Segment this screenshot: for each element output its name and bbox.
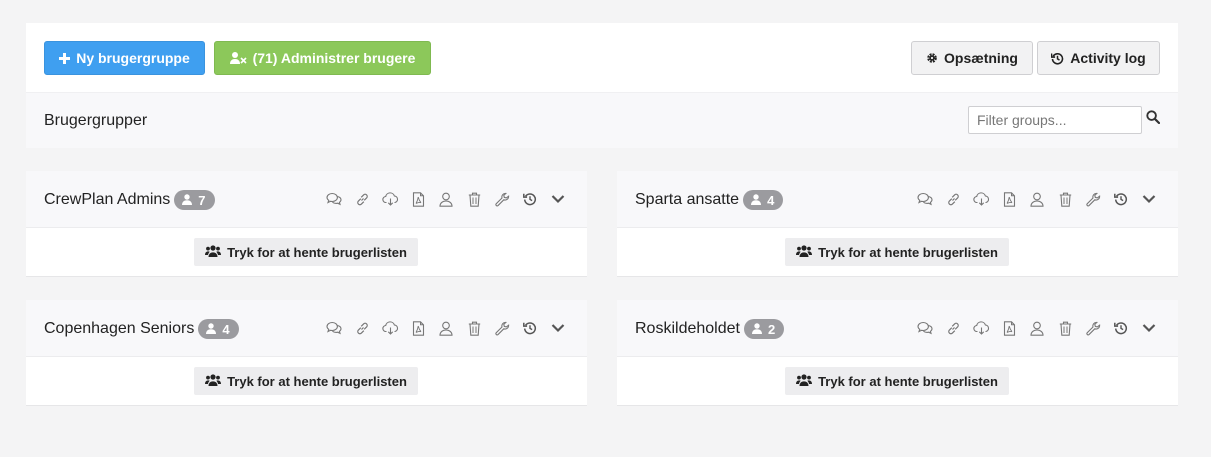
member-count: 4 (767, 192, 775, 208)
cloud-download-icon[interactable] (381, 319, 399, 337)
group-header: Sparta ansatte 4 (617, 171, 1178, 228)
plus-icon (59, 52, 71, 64)
group-card: Sparta ansatte 4 Tryk for at hente bruge… (617, 171, 1178, 277)
chevron-down-icon[interactable] (549, 190, 567, 208)
user-icon (206, 322, 217, 337)
fetch-user-list-button[interactable]: Tryk for at hente brugerlisten (785, 367, 1009, 395)
cloud-download-icon[interactable] (381, 190, 399, 208)
group-actions (325, 319, 567, 337)
fetch-user-list-button[interactable]: Tryk for at hente brugerlisten (785, 238, 1009, 266)
fetch-user-list-label: Tryk for at hente brugerlisten (818, 373, 998, 389)
comments-icon[interactable] (916, 319, 934, 337)
setup-button[interactable]: Opsætning (911, 41, 1033, 75)
groups-subheader: Brugergrupper (26, 92, 1178, 148)
user-icon (182, 193, 193, 208)
pdf-file-icon[interactable] (1000, 319, 1018, 337)
group-actions (325, 190, 567, 208)
pdf-file-icon[interactable] (1000, 190, 1018, 208)
fetch-user-list-button[interactable]: Tryk for at hente brugerlisten (194, 367, 418, 395)
link-icon[interactable] (944, 190, 962, 208)
user-icon[interactable] (1028, 319, 1046, 337)
search-icon[interactable] (1146, 110, 1162, 126)
new-group-label: Ny brugergruppe (76, 50, 190, 66)
comments-icon[interactable] (325, 190, 343, 208)
member-count-badge: 4 (198, 319, 239, 339)
wrench-icon[interactable] (1084, 190, 1102, 208)
member-count: 4 (222, 321, 230, 337)
page-title: Brugergrupper (44, 112, 148, 129)
wrench-icon[interactable] (493, 319, 511, 337)
fetch-user-list-button[interactable]: Tryk for at hente brugerlisten (194, 238, 418, 266)
member-count: 2 (767, 321, 776, 337)
group-name: Sparta ansatte (635, 191, 740, 208)
chevron-down-icon[interactable] (1140, 190, 1158, 208)
gear-icon (926, 52, 938, 64)
group-header: Roskildeholdet 2 (617, 300, 1178, 357)
filter-groups-input[interactable] (968, 106, 1142, 134)
user-icon (751, 193, 762, 208)
manage-users-label: (71) Administrer brugere (252, 50, 416, 66)
pdf-file-icon[interactable] (409, 319, 427, 337)
history-icon[interactable] (1112, 190, 1130, 208)
toolbar: Ny brugergruppe (71) Administrer brugere… (26, 23, 1178, 92)
group-name: Copenhagen Seniors (44, 320, 195, 337)
users-icon (205, 244, 222, 260)
fetch-user-list-label: Tryk for at hente brugerlisten (227, 373, 407, 389)
group-header: CrewPlan Admins 7 (26, 171, 587, 228)
group-card: CrewPlan Admins 7 Tryk for at hente brug… (26, 171, 587, 277)
wrench-icon[interactable] (493, 190, 511, 208)
history-icon[interactable] (521, 319, 539, 337)
users-icon (205, 373, 222, 389)
group-card: Copenhagen Seniors 4 Tryk for at hente b… (26, 300, 587, 406)
cloud-download-icon[interactable] (972, 319, 990, 337)
member-count-badge: 4 (743, 190, 784, 210)
user-icon[interactable] (437, 190, 455, 208)
group-actions (916, 190, 1158, 208)
comments-icon[interactable] (916, 190, 934, 208)
history-icon (1051, 52, 1064, 65)
group-header: Copenhagen Seniors 4 (26, 300, 587, 357)
comments-icon[interactable] (325, 319, 343, 337)
trash-icon[interactable] (465, 190, 483, 208)
trash-icon[interactable] (1056, 319, 1074, 337)
trash-icon[interactable] (1056, 190, 1074, 208)
member-count-badge: 7 (174, 190, 215, 210)
chevron-down-icon[interactable] (1140, 319, 1158, 337)
user-icon (751, 322, 762, 337)
activity-log-button[interactable]: Activity log (1037, 41, 1160, 75)
fetch-user-list-label: Tryk for at hente brugerlisten (818, 244, 998, 260)
member-count-badge: 2 (743, 319, 785, 339)
top-panel: Ny brugergruppe (71) Administrer brugere… (26, 23, 1178, 148)
trash-icon[interactable] (465, 319, 483, 337)
group-actions (916, 319, 1158, 337)
group-name: CrewPlan Admins (44, 191, 171, 208)
member-count: 7 (198, 192, 206, 208)
users-icon (796, 244, 813, 260)
link-icon[interactable] (944, 319, 962, 337)
group-name: Roskildeholdet (635, 320, 740, 337)
setup-label: Opsætning (944, 50, 1018, 66)
user-icon[interactable] (437, 319, 455, 337)
user-icon[interactable] (1028, 190, 1046, 208)
new-group-button[interactable]: Ny brugergruppe (44, 41, 205, 75)
activity-log-label: Activity log (1070, 50, 1146, 66)
link-icon[interactable] (353, 319, 371, 337)
cloud-download-icon[interactable] (972, 190, 990, 208)
wrench-icon[interactable] (1084, 319, 1102, 337)
group-card: Roskildeholdet 2 Tryk for at hente bruge… (617, 300, 1178, 406)
link-icon[interactable] (353, 190, 371, 208)
users-icon (796, 373, 813, 389)
history-icon[interactable] (521, 190, 539, 208)
chevron-down-icon[interactable] (549, 319, 567, 337)
history-icon[interactable] (1112, 319, 1130, 337)
pdf-file-icon[interactable] (409, 190, 427, 208)
manage-users-button[interactable]: (71) Administrer brugere (214, 41, 431, 75)
user-times-icon (229, 52, 247, 64)
fetch-user-list-label: Tryk for at hente brugerlisten (227, 244, 407, 260)
